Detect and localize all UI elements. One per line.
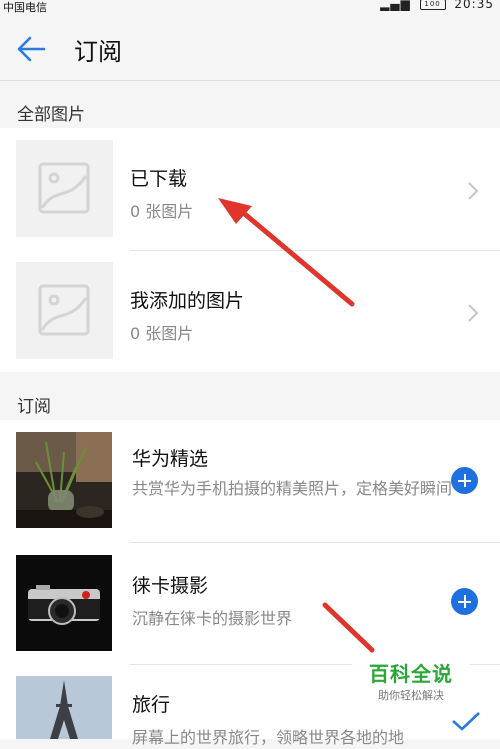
status-icons: ▂▄▆ 100 20:35 [380,0,494,11]
back-arrow-icon [17,36,46,62]
row-title: 旅行 [132,694,171,716]
image-placeholder-icon [38,284,90,336]
subscription-thumbnail [16,432,112,528]
row-title: 我添加的图片 [130,290,245,312]
row-leica-photography[interactable]: 徕卡摄影 沉静在徕卡的摄影世界 [0,543,500,664]
image-placeholder [16,262,113,359]
back-button[interactable] [14,31,50,67]
subscription-thumbnail [16,676,112,739]
row-description: 沉静在徕卡的摄影世界 [132,609,293,628]
row-huawei-picks[interactable]: 华为精选 共赏华为手机拍摄的精美照片，定格美好瞬间 [0,420,500,542]
eiffel-tower-photo [16,676,112,739]
image-placeholder-icon [38,162,90,214]
subscription-thumbnail [16,555,112,651]
row-count: 0 张图片 [130,202,194,221]
subscribe-add-button[interactable] [451,588,478,615]
chevron-right-icon [468,304,479,322]
row-count: 0 张图片 [130,324,194,343]
row-title: 徕卡摄影 [132,575,209,597]
camera-photo [16,555,112,651]
row-title: 已下载 [130,168,188,190]
section-label-subscriptions: 订阅 [17,397,51,417]
row-my-added-pictures[interactable]: 我添加的图片 0 张图片 [0,251,500,372]
chevron-right-icon [468,182,479,200]
signal-icon: ▂▄▆ [380,0,411,11]
row-downloaded[interactable]: 已下载 0 张图片 [0,128,500,250]
watermark-logo: 百科全说 助你轻松解决 [352,659,470,711]
page-title: 订阅 [74,38,122,66]
section-label-all-pictures: 全部图片 [17,105,85,125]
app-header: 订阅 [0,14,500,81]
image-placeholder [16,140,113,237]
battery-icon: 100 [419,0,446,10]
all-pictures-card: 已下载 0 张图片 我添加的图片 0 张图片 [0,128,500,372]
row-title: 华为精选 [132,448,209,470]
plant-photo [16,432,112,528]
clock: 20:35 [454,0,494,11]
subscribe-add-button[interactable] [451,467,478,494]
check-icon[interactable] [450,710,482,732]
status-bar: 中国电信 ▂▄▆ 100 20:35 [0,0,500,14]
carrier-name: 中国电信 [3,1,47,14]
watermark-title: 百科全说 [369,662,453,686]
row-description: 屏幕上的世界旅行，领略世界各地的地 [132,728,405,747]
row-description: 共赏华为手机拍摄的精美照片，定格美好瞬间 [132,479,453,498]
watermark-subtitle: 助你轻松解决 [378,689,444,702]
